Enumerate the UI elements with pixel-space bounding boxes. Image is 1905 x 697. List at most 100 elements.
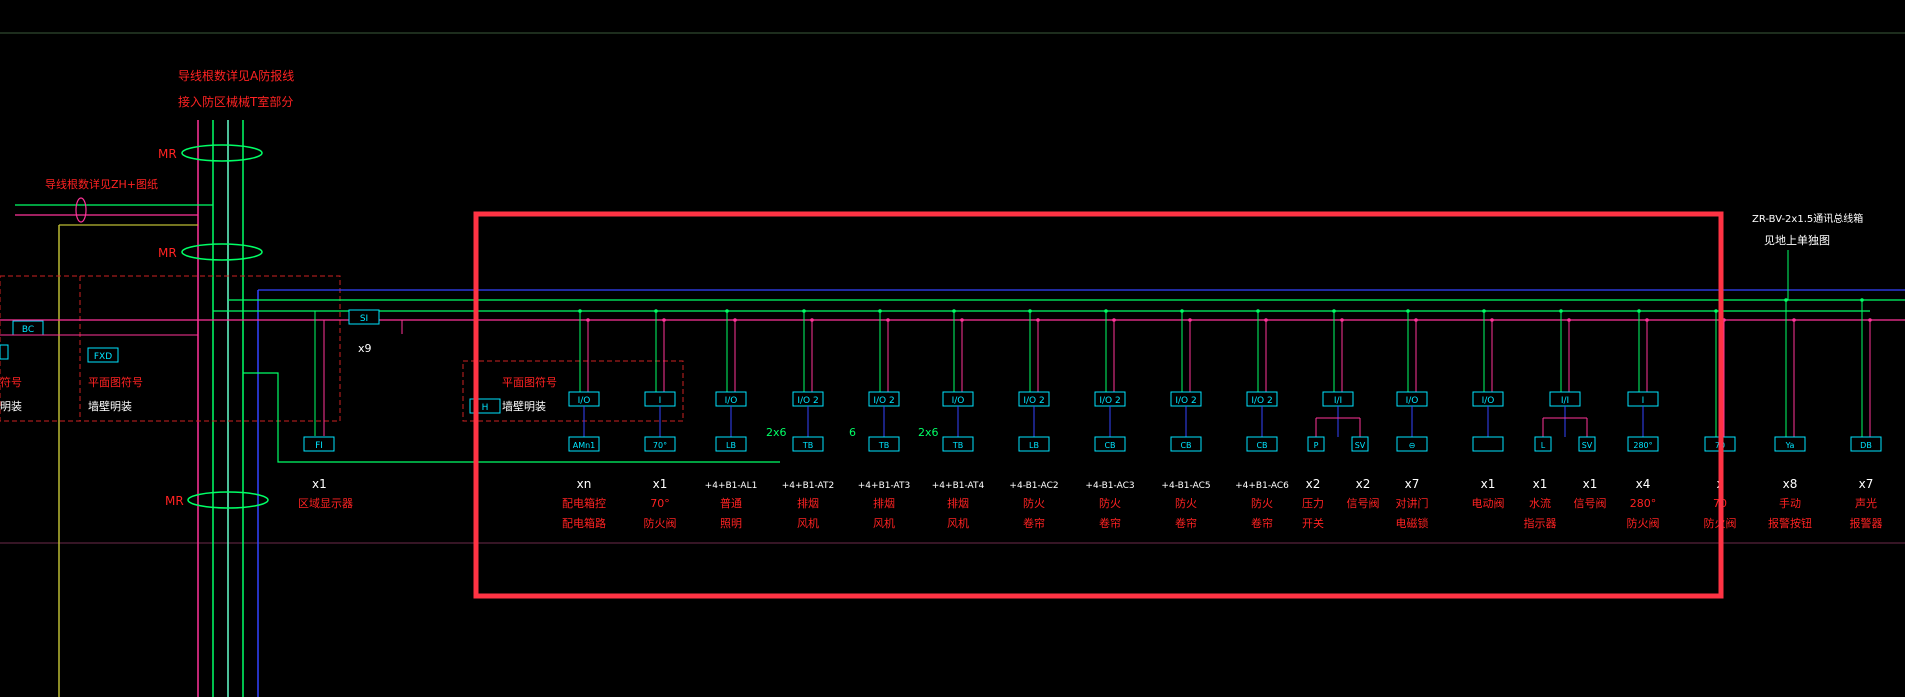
mr-label-3: MR	[165, 494, 184, 508]
device-desc-line2: 卷帘	[1023, 516, 1045, 530]
device-desc-line1: 防火	[1023, 496, 1045, 510]
bc-label: BC	[22, 325, 34, 335]
mr-label-1: MR	[158, 147, 177, 161]
io-module-label: I/O	[578, 396, 591, 406]
device-node	[952, 309, 956, 313]
device-box-label: LB	[726, 441, 736, 450]
device-node	[662, 318, 666, 322]
device-qty: +4-B1-AC5	[1161, 481, 1210, 491]
device-node	[886, 318, 890, 322]
io-module-label: I/I	[1561, 396, 1569, 406]
left-wire-marker	[75, 197, 87, 223]
si-count: x9	[358, 342, 372, 355]
device-node	[1112, 318, 1116, 322]
device-box-label: ⊖	[1409, 441, 1416, 450]
device-node	[1868, 318, 1872, 322]
wire-count-1: 2x6	[766, 426, 787, 439]
io-module-label: I/O 2	[1175, 396, 1196, 406]
right-note-line2: 见地上单独图	[1764, 234, 1830, 247]
io-module-label: I/O 2	[1023, 396, 1044, 406]
fxd-label: FXD	[94, 352, 112, 362]
device-node	[1332, 309, 1336, 313]
device-desc-line1b: 信号阀	[1574, 496, 1607, 510]
io-module-label: I/O 2	[1099, 396, 1120, 406]
device-columns: I/O AMn1 xn 配电箱控配电箱路 I 70° x1 70° 防火阀 I/O LB +4+B1-…	[562, 298, 1883, 530]
fi-box-label: FI	[315, 441, 323, 451]
device-desc-line1: 防火	[1099, 496, 1121, 510]
device-node	[586, 318, 590, 322]
device-node	[1264, 318, 1268, 322]
device-box-label: LB	[1029, 441, 1039, 450]
device-box-label: L	[1541, 441, 1546, 450]
device-node	[810, 318, 814, 322]
device-qty: +4-B1-AC3	[1085, 481, 1134, 491]
io-module-label: I/O 2	[1251, 396, 1272, 406]
device-qty: x4	[1636, 477, 1651, 491]
device-desc-line1: 排烟	[873, 496, 895, 510]
device-node	[878, 309, 882, 313]
device-desc-line1: 配电箱控	[562, 496, 606, 510]
device-node	[1028, 309, 1032, 313]
device-qty: +4+B1-AL1	[705, 481, 758, 491]
device-box-label: TB	[802, 441, 813, 450]
left-wall-mount: 墙壁明装	[88, 399, 132, 413]
io-module-label: I	[659, 396, 662, 406]
device-qty: x1	[1583, 477, 1598, 491]
io-module-label: I/I	[1334, 396, 1342, 406]
device-desc-line2: 照明	[720, 517, 742, 530]
device-qty: x8	[1783, 477, 1798, 491]
device-desc-line1: 对讲门	[1396, 496, 1429, 510]
legend-h-label: H	[482, 403, 489, 413]
mr-ellipse-1	[181, 144, 263, 162]
device-desc-line1: 70°	[650, 497, 670, 510]
device-box-label: CB	[1180, 441, 1191, 450]
device-node	[725, 309, 729, 313]
device-desc-line2: 指示器	[1524, 516, 1557, 530]
top-note-line1: 导线根数详见A防报线	[178, 68, 294, 83]
left-wall-partial: 明装	[0, 400, 22, 413]
device-box-label: SV	[1355, 441, 1366, 450]
left-plan-partial: 符号	[0, 376, 22, 389]
device-desc-line1: 防火	[1251, 496, 1273, 510]
device-qty: x7	[1405, 477, 1420, 491]
io-module-label: I/O 2	[797, 396, 818, 406]
io-module-label: I/O	[1482, 396, 1495, 406]
device-desc-line2: 卷帘	[1175, 516, 1197, 530]
device-node	[1180, 309, 1184, 313]
device-qty: x7	[1859, 477, 1874, 491]
device-node	[1860, 298, 1864, 302]
device-desc-line1: 排烟	[947, 496, 969, 510]
wire-count-2: 6	[849, 426, 856, 439]
device-qty: xn	[577, 477, 592, 491]
device-desc-line2: 风机	[873, 516, 895, 530]
device-qty: x1	[1533, 477, 1548, 491]
device-desc-line2: 卷帘	[1099, 516, 1121, 530]
device-desc-line1: 排烟	[797, 496, 819, 510]
device-node	[1256, 309, 1260, 313]
device-box-label: DB	[1860, 441, 1872, 450]
left-note: 导线根数详见ZH+图纸	[45, 177, 158, 191]
device-box-label: TB	[952, 441, 963, 450]
device-node	[1567, 318, 1571, 322]
io-module-label: I/O	[952, 396, 965, 406]
fi-desc: 区域显示器	[298, 497, 353, 510]
device-node	[1645, 318, 1649, 322]
device-desc-line2: 电磁锁	[1396, 516, 1429, 530]
io-module-label: I/O	[1406, 396, 1419, 406]
device-node	[802, 309, 806, 313]
device-qty: x2	[1306, 477, 1321, 491]
device-node	[1036, 318, 1040, 322]
device-qty: +4+B1-AT3	[858, 481, 910, 491]
device-box-label: 280°	[1633, 441, 1652, 450]
io-module-label: I/O	[725, 396, 738, 406]
device-node	[1714, 309, 1718, 313]
device-box-label: TB	[878, 441, 889, 450]
device-node	[1406, 309, 1410, 313]
device-desc-line1: 防火	[1175, 496, 1197, 510]
device-desc-line2: 风机	[947, 516, 969, 530]
device-node	[654, 309, 658, 313]
device-node	[1340, 318, 1344, 322]
device-desc-line1: 声光	[1855, 496, 1877, 510]
device-desc-line1b: 信号阀	[1347, 496, 1380, 510]
device-desc-line2: 卷帘	[1251, 516, 1273, 530]
